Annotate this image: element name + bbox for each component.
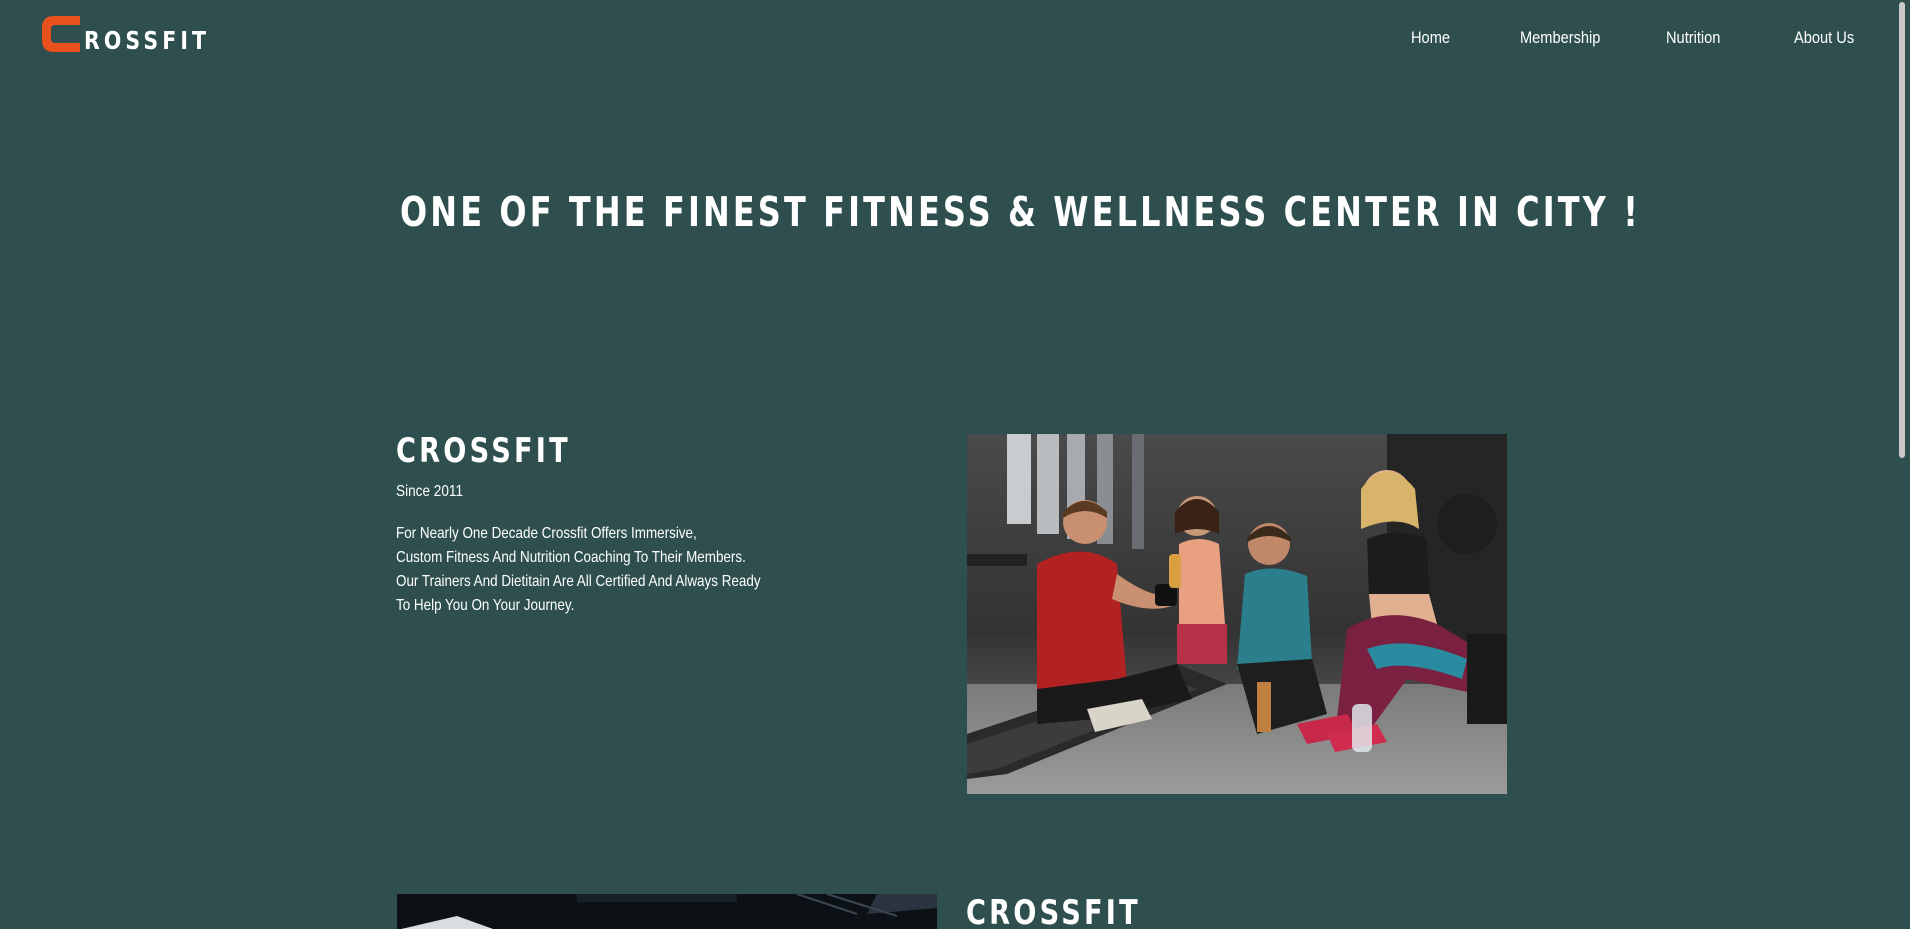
nav-membership-link[interactable]: Membership xyxy=(1520,28,1600,48)
description-line: Custom Fitness And Nutrition Coaching To… xyxy=(396,549,746,566)
section-heading: CROSSFIT xyxy=(396,431,571,471)
hero-title: ONE OF THE FINEST FITNESS & WELLNESS CEN… xyxy=(400,188,1641,236)
description-line: Our Trainers And Dietitain Are All Certi… xyxy=(396,573,761,590)
section-description: For Nearly One Decade Crossfit Offers Im… xyxy=(396,522,761,618)
description-line: For Nearly One Decade Crossfit Offers Im… xyxy=(396,525,697,542)
group-of-friends-resting-in-gym-photo xyxy=(967,434,1507,794)
nav-home-link[interactable]: Home xyxy=(1411,28,1450,48)
dark-gym-interior-photo xyxy=(397,894,937,929)
main-nav: Home Membership Nutrition About Us xyxy=(0,28,1910,56)
nav-about-us-link[interactable]: About Us xyxy=(1794,28,1854,48)
nav-nutrition-link[interactable]: Nutrition xyxy=(1666,28,1720,48)
since-text: Since 2011 xyxy=(396,483,464,500)
section-heading: CROSSFIT xyxy=(966,893,1141,929)
scrollbar-thumb[interactable] xyxy=(1899,2,1905,458)
description-line: To Help You On Your Journey. xyxy=(396,597,575,614)
page: ROSSFIT Home Membership Nutrition About … xyxy=(0,0,1910,929)
page-scrollbar[interactable] xyxy=(1896,0,1910,929)
